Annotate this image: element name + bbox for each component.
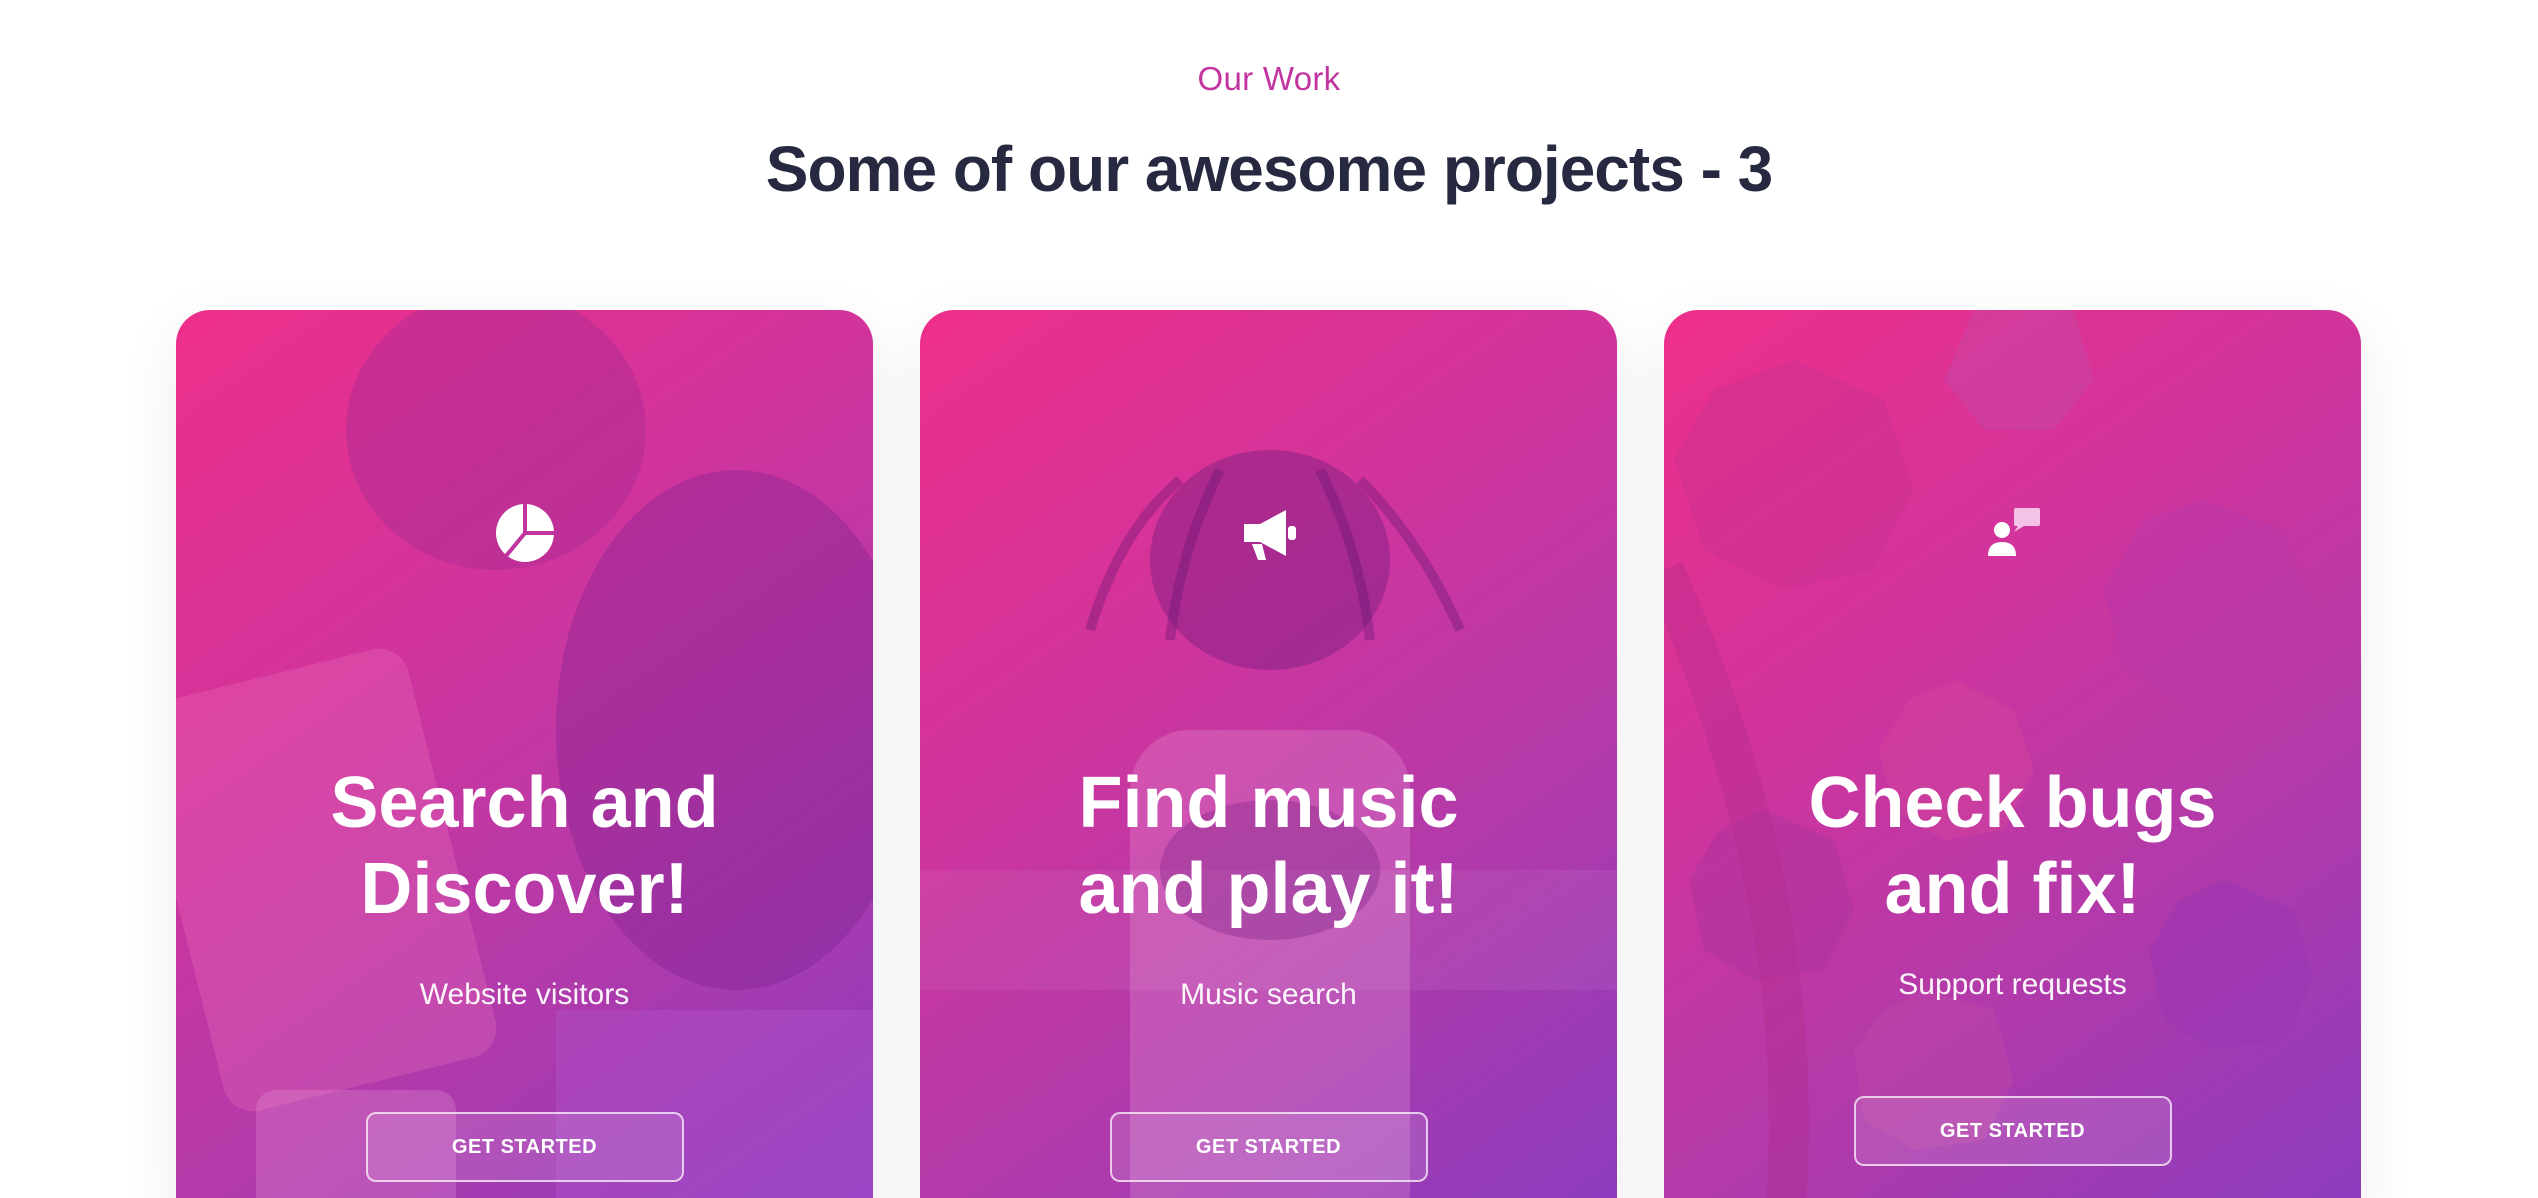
section-title: Some of our awesome projects - 3 — [765, 133, 1774, 205]
card-content: Find music and play it! Music search GET… — [920, 310, 1617, 1198]
megaphone-icon — [920, 500, 1617, 570]
project-card-bugs: Check bugs and fix! Support requests GET… — [1664, 310, 2361, 1198]
card-heading: Find music and play it! — [920, 760, 1617, 932]
section-header: Our Work Some of our awesome projects - … — [0, 56, 2538, 208]
card-subtitle: Support requests — [1898, 968, 2127, 1001]
card-heading-line: and fix! — [1884, 849, 2141, 929]
card-heading: Search and Discover! — [176, 760, 873, 932]
project-card-search: Search and Discover! Website visitors GE… — [176, 310, 873, 1198]
card-heading: Check bugs and fix! — [1664, 760, 2361, 932]
pie-chart-icon — [176, 500, 873, 570]
card-content: Search and Discover! Website visitors GE… — [176, 310, 873, 1198]
project-card-music: Find music and play it! Music search GET… — [920, 310, 1617, 1198]
card-heading-line: Discover! — [360, 849, 689, 929]
get-started-button[interactable]: GET STARTED — [365, 1112, 684, 1182]
project-cards: Search and Discover! Website visitors GE… — [176, 310, 2362, 1198]
get-started-button[interactable]: GET STARTED — [1853, 1096, 2172, 1166]
card-subtitle: Music search — [1180, 978, 1357, 1011]
card-heading-line: Check bugs — [1808, 763, 2217, 843]
card-heading-line: and play it! — [1078, 849, 1459, 929]
user-chat-icon — [1664, 500, 2361, 570]
card-heading-line: Search and — [330, 763, 719, 843]
card-content: Check bugs and fix! Support requests GET… — [1664, 310, 2361, 1198]
card-heading-line: Find music — [1078, 763, 1459, 843]
our-work-page: Our Work Some of our awesome projects - … — [0, 0, 2538, 1198]
section-eyebrow: Our Work — [1197, 60, 1341, 97]
card-subtitle: Website visitors — [419, 978, 630, 1011]
get-started-button[interactable]: GET STARTED — [1109, 1112, 1428, 1182]
